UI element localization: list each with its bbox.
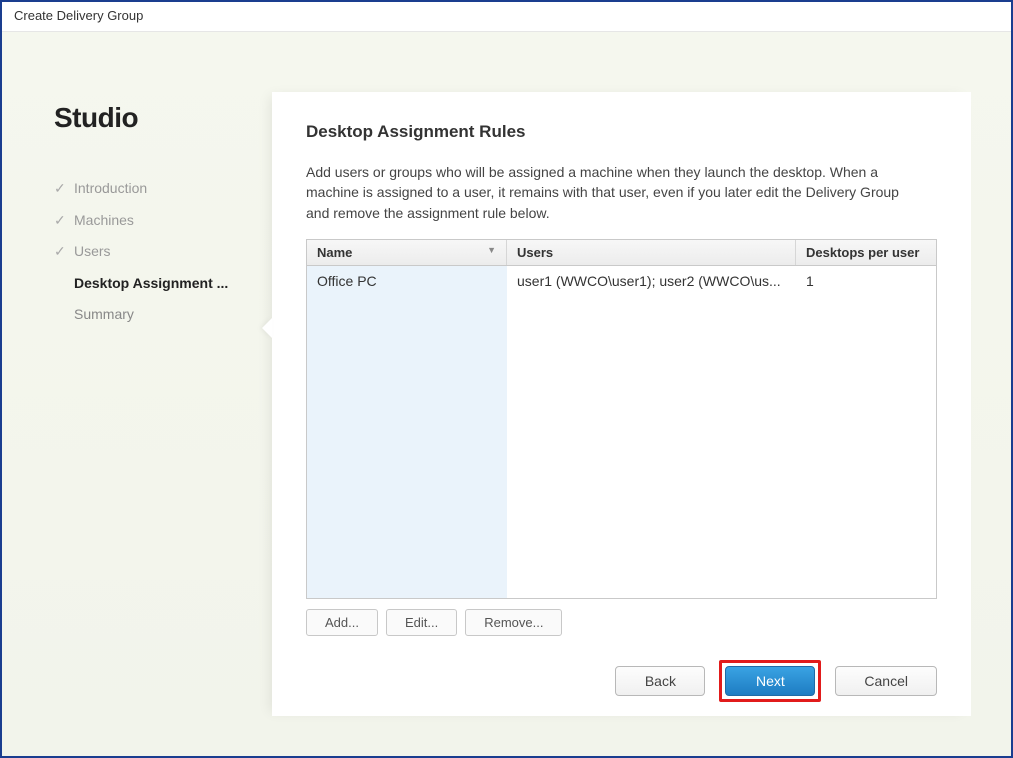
cell-name: Office PC	[307, 266, 507, 296]
window-titlebar: Create Delivery Group	[2, 2, 1011, 32]
step-summary[interactable]: Summary	[54, 305, 272, 325]
dialog-body: Studio ✓ Introduction ✓ Machines ✓ Users…	[2, 32, 1011, 756]
column-header-name[interactable]: Name	[307, 240, 507, 265]
check-icon: ✓	[54, 179, 70, 199]
page-description: Add users or groups who will be assigned…	[306, 162, 926, 223]
step-label: Introduction	[74, 179, 147, 199]
step-label: Machines	[74, 211, 134, 231]
table-header: Name Users Desktops per user	[307, 240, 936, 266]
step-desktop-assignment[interactable]: Desktop Assignment ...	[54, 274, 272, 294]
step-label: Desktop Assignment ...	[74, 274, 228, 294]
edit-button[interactable]: Edit...	[386, 609, 457, 636]
brand-title: Studio	[54, 102, 272, 134]
wizard-steps-list: ✓ Introduction ✓ Machines ✓ Users Deskto…	[54, 179, 272, 325]
next-button-highlight: Next	[719, 660, 821, 702]
rules-table: Name Users Desktops per user Office PC u…	[306, 239, 937, 599]
back-button[interactable]: Back	[615, 666, 705, 696]
table-rows: Office PC user1 (WWCO\user1); user2 (WWC…	[307, 266, 936, 296]
step-users[interactable]: ✓ Users	[54, 242, 272, 262]
column-header-users[interactable]: Users	[507, 240, 796, 265]
cell-desktops: 1	[796, 266, 936, 296]
add-button[interactable]: Add...	[306, 609, 378, 636]
step-label: Users	[74, 242, 111, 262]
table-action-buttons: Add... Edit... Remove...	[306, 609, 937, 636]
step-label: Summary	[74, 305, 134, 325]
wizard-sidebar: Studio ✓ Introduction ✓ Machines ✓ Users…	[2, 32, 272, 756]
table-row[interactable]: Office PC user1 (WWCO\user1); user2 (WWC…	[307, 266, 936, 296]
window-title: Create Delivery Group	[14, 8, 143, 23]
step-introduction[interactable]: ✓ Introduction	[54, 179, 272, 199]
content-panel: Desktop Assignment Rules Add users or gr…	[272, 92, 971, 716]
cancel-button[interactable]: Cancel	[835, 666, 937, 696]
cell-users: user1 (WWCO\user1); user2 (WWCO\us...	[507, 266, 796, 296]
column-header-desktops[interactable]: Desktops per user	[796, 240, 936, 265]
page-title: Desktop Assignment Rules	[306, 122, 937, 142]
wizard-buttons: Back Next Cancel	[615, 660, 937, 702]
remove-button[interactable]: Remove...	[465, 609, 562, 636]
next-button[interactable]: Next	[725, 666, 815, 696]
selected-column-highlight	[307, 266, 507, 598]
step-machines[interactable]: ✓ Machines	[54, 211, 272, 231]
check-icon: ✓	[54, 242, 70, 262]
check-icon: ✓	[54, 211, 70, 231]
